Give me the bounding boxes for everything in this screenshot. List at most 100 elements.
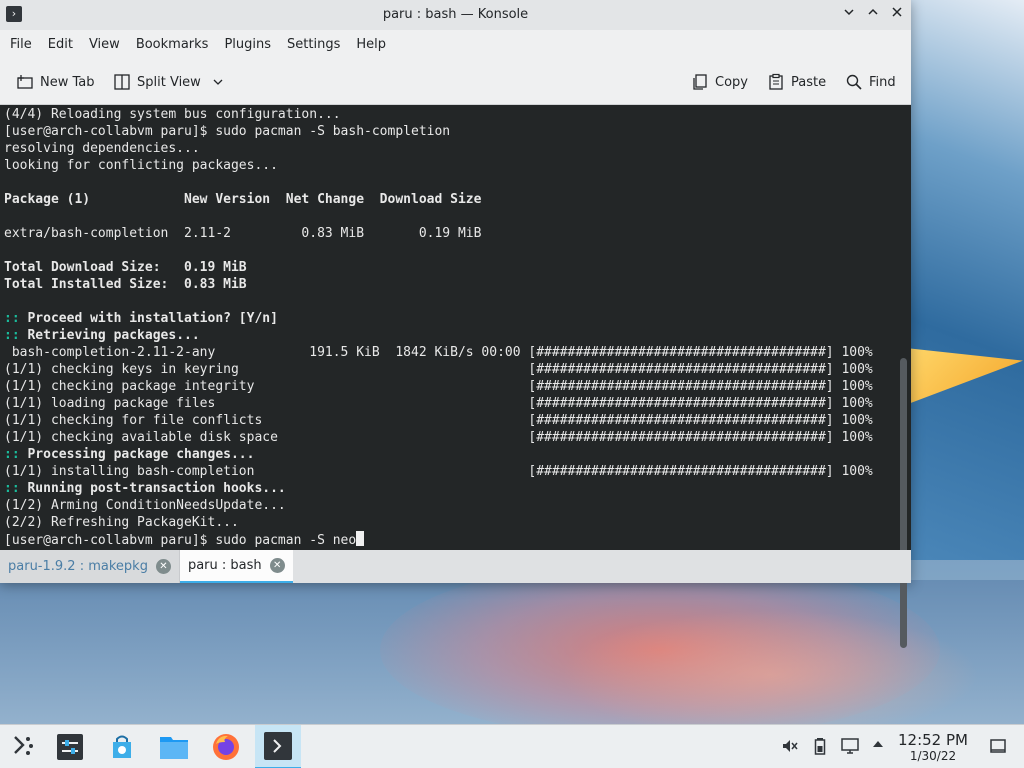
menu-edit[interactable]: Edit <box>40 30 81 59</box>
title-bar[interactable]: › paru : bash — Konsole <box>0 0 911 30</box>
menu-plugins[interactable]: Plugins <box>216 30 279 59</box>
menu-help[interactable]: Help <box>348 30 394 59</box>
new-tab-button[interactable]: New Tab <box>16 70 95 94</box>
terminal-line-text: (1/1) checking for file conflicts [#####… <box>4 413 873 428</box>
terminal-line-text: Retrieving packages... <box>19 328 200 343</box>
terminal-line-text: (1/1) checking available disk space [###… <box>4 430 873 445</box>
show-desktop-icon[interactable] <box>988 737 1008 757</box>
terminal-line-text: (1/1) loading package files [###########… <box>4 396 873 411</box>
find-button[interactable]: Find <box>845 70 896 94</box>
terminal-line-text: looking for conflicting packages... <box>4 158 278 173</box>
prompt-marker: :: <box>4 311 20 326</box>
find-label: Find <box>869 74 896 90</box>
konsole-icon[interactable] <box>255 725 301 768</box>
window-title: paru : bash — Konsole <box>382 7 529 22</box>
prompt-marker: :: <box>4 328 20 343</box>
menu-bookmarks[interactable]: Bookmarks <box>128 30 217 59</box>
application-launcher-icon[interactable] <box>8 733 36 761</box>
taskbar: 12:52 PM 1/30/22 <box>0 724 1024 768</box>
terminal-line: Total Installed Size: 0.83 MiB <box>4 276 889 293</box>
terminal-line: :: Processing package changes... <box>4 446 889 463</box>
terminal-line: (1/1) checking for file conflicts [#####… <box>4 412 889 429</box>
terminal-line: extra/bash-completion 2.11-2 0.83 MiB 0.… <box>4 225 889 242</box>
terminal-line: :: Running post-transaction hooks... <box>4 480 889 497</box>
terminal-line: :: Retrieving packages... <box>4 327 889 344</box>
terminal-line-text: (1/1) installing bash-completion [######… <box>4 464 873 479</box>
terminal-view[interactable]: (4/4) Reloading system bus configuration… <box>0 105 911 648</box>
split-view-button[interactable]: Split View <box>113 70 227 94</box>
close-icon <box>892 7 902 17</box>
firefox-icon[interactable] <box>203 725 249 768</box>
tab-makepkg[interactable]: paru-1.9.2 : makepkg ✕ <box>0 550 180 583</box>
wallpaper-blob-highlight <box>560 610 980 740</box>
terminal-line-text: Proceed with installation? [Y/n] <box>19 311 278 326</box>
system-settings-icon[interactable] <box>47 725 93 768</box>
terminal-scrollbar[interactable] <box>900 358 907 648</box>
terminal-line: [user@arch-collabvm paru]$ sudo pacman -… <box>4 123 889 140</box>
search-icon <box>845 73 863 91</box>
menu-view[interactable]: View <box>81 30 128 59</box>
terminal-line: (1/1) loading package files [###########… <box>4 395 889 412</box>
terminal-line: Total Download Size: 0.19 MiB <box>4 259 889 276</box>
tab-bar: paru-1.9.2 : makepkg ✕ paru : bash ✕ <box>0 550 911 583</box>
terminal-prompt-line[interactable]: [user@arch-collabvm paru]$ sudo pacman -… <box>4 531 889 548</box>
terminal-line: (1/1) checking keys in keyring [########… <box>4 361 889 378</box>
terminal-line-text: (1/1) checking keys in keyring [########… <box>4 362 873 377</box>
terminal-line-text: [user@arch-collabvm paru]$ sudo pacman -… <box>4 124 451 139</box>
copy-button[interactable]: Copy <box>691 70 748 94</box>
terminal-line: resolving dependencies... <box>4 140 889 157</box>
discover-store-icon[interactable] <box>99 725 145 768</box>
clock-time: 12:52 PM <box>898 731 968 749</box>
terminal-line: (1/2) Arming ConditionNeedsUpdate... <box>4 497 889 514</box>
new-tab-icon <box>16 73 34 91</box>
copy-label: Copy <box>715 74 748 90</box>
wallpaper-ribbon <box>905 0 1024 560</box>
tab-bash[interactable]: paru : bash ✕ <box>179 550 293 583</box>
paste-icon <box>767 73 785 91</box>
menu-file[interactable]: File <box>2 30 40 59</box>
tab-label: paru : bash <box>187 558 262 573</box>
terminal-line-text: resolving dependencies... <box>4 141 200 156</box>
clock-date: 1/30/22 <box>909 749 957 763</box>
terminal-line-text: Total Installed Size: 0.83 MiB <box>4 277 247 292</box>
toolbar: New Tab Split View Copy Paste Find <box>0 59 911 105</box>
minimize-button[interactable] <box>839 5 859 25</box>
new-tab-label: New Tab <box>40 74 95 90</box>
menu-bar: File Edit View Bookmarks Plugins Setting… <box>0 30 911 59</box>
terminal-line: (2/2) Refreshing PackageKit... <box>4 514 889 531</box>
close-icon[interactable]: ✕ <box>269 558 285 573</box>
terminal-line-text: Package (1) New Version Net Change Downl… <box>4 192 482 207</box>
terminal-line-text: (4/4) Reloading system bus configuration… <box>4 107 341 122</box>
battery-icon[interactable] <box>810 737 830 757</box>
terminal-line-text: Running post-transaction hooks... <box>19 481 286 496</box>
paste-button[interactable]: Paste <box>767 70 826 94</box>
terminal-line: (1/1) checking package integrity [######… <box>4 378 889 395</box>
file-manager-icon[interactable] <box>151 725 197 768</box>
terminal-line-text: extra/bash-completion 2.11-2 0.83 MiB 0.… <box>4 226 482 241</box>
terminal-line-text: (2/2) Refreshing PackageKit... <box>4 515 239 530</box>
close-button[interactable] <box>887 5 907 25</box>
prompt-marker: :: <box>4 447 20 462</box>
tab-label: paru-1.9.2 : makepkg <box>8 559 148 574</box>
terminal-line: Package (1) New Version Net Change Downl… <box>4 191 889 208</box>
chevron-down-icon[interactable] <box>209 73 227 91</box>
terminal-line-text: bash-completion-2.11-2-any 191.5 KiB 184… <box>4 345 873 360</box>
network-icon[interactable] <box>840 737 860 757</box>
chevron-up-icon <box>868 8 878 15</box>
konsole-window: › paru : bash — Konsole File Edit View B… <box>0 0 911 648</box>
volume-muted-icon[interactable] <box>780 737 800 757</box>
terminal-line-text: (1/2) Arming ConditionNeedsUpdate... <box>4 498 286 513</box>
close-icon[interactable]: ✕ <box>155 559 171 574</box>
menu-settings[interactable]: Settings <box>279 30 348 59</box>
split-view-label: Split View <box>137 74 201 90</box>
tray-expand-icon[interactable] <box>868 737 888 757</box>
terminal-line: (1/1) installing bash-completion [######… <box>4 463 889 480</box>
clock[interactable]: 12:52 PM 1/30/22 <box>893 731 973 763</box>
maximize-button[interactable] <box>863 5 883 25</box>
terminal-line: looking for conflicting packages... <box>4 157 889 174</box>
command-input[interactable]: [user@arch-collabvm paru]$ sudo pacman -… <box>4 533 356 548</box>
terminal-line-text: (1/1) checking package integrity [######… <box>4 379 873 394</box>
